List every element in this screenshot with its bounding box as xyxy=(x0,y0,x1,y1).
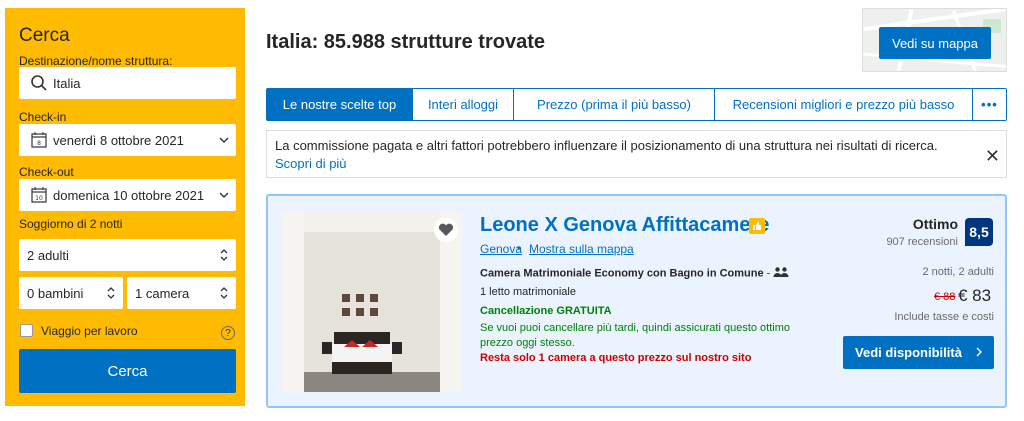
calendar-icon: 10 xyxy=(25,186,53,204)
checkout-field[interactable]: 10 domenica 10 ottobre 2021 xyxy=(19,179,236,211)
ranking-notice: La commissione pagata e altri fattori po… xyxy=(266,130,1007,178)
see-availability-button[interactable]: Vedi disponibilità xyxy=(843,336,994,369)
learn-more-link[interactable]: Scopri di più xyxy=(275,156,347,171)
taxes-note: Include tasse e costi xyxy=(894,311,994,323)
review-score-badge[interactable]: 8,5 xyxy=(965,218,993,246)
chevron-right-icon xyxy=(976,345,982,360)
checkout-icon-day: 10 xyxy=(35,195,43,202)
sort-tabs: Le nostre scelte top Interi alloggi Prez… xyxy=(266,88,1007,121)
cancellation-note: Se vuoi puoi cancellare più tardi, quind… xyxy=(480,322,791,349)
scarcity-message: Resta solo 1 camera a questo prezzo sul … xyxy=(480,352,752,364)
city-link[interactable]: Genova xyxy=(480,242,522,256)
tab-top-picks[interactable]: Le nostre scelte top xyxy=(267,89,413,120)
children-value: 0 bambini xyxy=(27,285,84,301)
show-on-map-link[interactable]: Mostra sulla mappa xyxy=(529,242,634,256)
view-on-map-button[interactable]: Vedi su mappa xyxy=(879,27,991,59)
separator-dot: • xyxy=(517,241,522,255)
checkin-icon-day: 8 xyxy=(37,140,41,147)
destination-label: Destinazione/nome struttura: xyxy=(19,54,173,68)
checkout-value: domenica 10 ottobre 2021 xyxy=(53,187,205,203)
rooms-value: 1 camera xyxy=(135,285,190,301)
help-icon[interactable]: ? xyxy=(221,326,235,340)
bed-info: 1 letto matrimoniale xyxy=(480,286,576,298)
rooms-select[interactable]: 1 camera xyxy=(127,277,236,309)
map-preview[interactable]: Vedi su mappa xyxy=(862,8,1007,72)
adults-select[interactable]: 2 adulti xyxy=(19,239,236,271)
notice-text: La commissione pagata e altri fattori po… xyxy=(275,138,938,153)
stay-length-label: Soggiorno di 2 notti xyxy=(19,217,123,231)
stay-summary: 2 notti, 2 adulti xyxy=(922,266,994,278)
tab-price-lowest[interactable]: Prezzo (prima il più basso) xyxy=(514,89,715,120)
property-card: Leone X Genova Affittacamere Genova • Mo… xyxy=(266,194,1007,408)
search-title: Cerca xyxy=(19,25,70,46)
children-select[interactable]: 0 bambini xyxy=(19,277,123,309)
business-trip-checkbox[interactable] xyxy=(20,324,33,337)
see-availability-label: Vedi disponibilità xyxy=(855,345,962,360)
room-type: Camera Matrimoniale Economy con Bagno in… xyxy=(480,267,789,280)
search-panel: Cerca Destinazione/nome struttura: Itali… xyxy=(5,8,245,406)
checkout-label: Check-out xyxy=(19,165,74,179)
property-photo[interactable] xyxy=(282,212,462,392)
destination-value: Italia xyxy=(53,75,81,91)
more-options-icon[interactable]: ••• xyxy=(973,89,1006,120)
search-button[interactable]: Cerca xyxy=(19,349,236,393)
guests-icon xyxy=(773,267,789,280)
property-name[interactable]: Leone X Genova Affittacamere xyxy=(480,214,769,237)
calendar-icon: 8 xyxy=(25,131,53,149)
checkin-field[interactable]: 8 venerdì 8 ottobre 2021 xyxy=(19,124,236,156)
tab-entire-homes[interactable]: Interi alloggi xyxy=(413,89,514,120)
page-title: Italia: 85.988 strutture trovate xyxy=(266,31,545,53)
chevron-down-icon xyxy=(212,137,236,143)
destination-field[interactable]: Italia xyxy=(19,67,236,99)
business-trip-label: Viaggio per lavoro xyxy=(41,324,138,338)
heart-icon[interactable] xyxy=(434,218,458,242)
adults-value: 2 adulti xyxy=(27,247,69,263)
old-price: € 88 xyxy=(934,291,956,303)
rating-word: Ottimo xyxy=(912,216,958,232)
updown-icon xyxy=(212,249,236,261)
tab-best-reviewed-lowest-price[interactable]: Recensioni migliori e prezzo più basso xyxy=(715,89,973,120)
current-price: € 83 xyxy=(958,286,992,305)
chevron-down-icon xyxy=(212,192,236,198)
room-type-label: Camera Matrimoniale Economy con Bagno in… xyxy=(480,267,764,280)
free-cancellation: Cancellazione GRATUITA xyxy=(480,305,612,317)
search-icon xyxy=(25,74,53,92)
close-icon[interactable]: ✕ xyxy=(985,147,1000,165)
checkin-label: Check-in xyxy=(19,110,67,124)
review-count[interactable]: 907 recensioni xyxy=(858,236,958,248)
updown-icon xyxy=(99,287,123,299)
checkin-value: venerdì 8 ottobre 2021 xyxy=(53,132,184,148)
updown-icon xyxy=(212,287,236,299)
thumbs-up-icon xyxy=(749,218,765,234)
